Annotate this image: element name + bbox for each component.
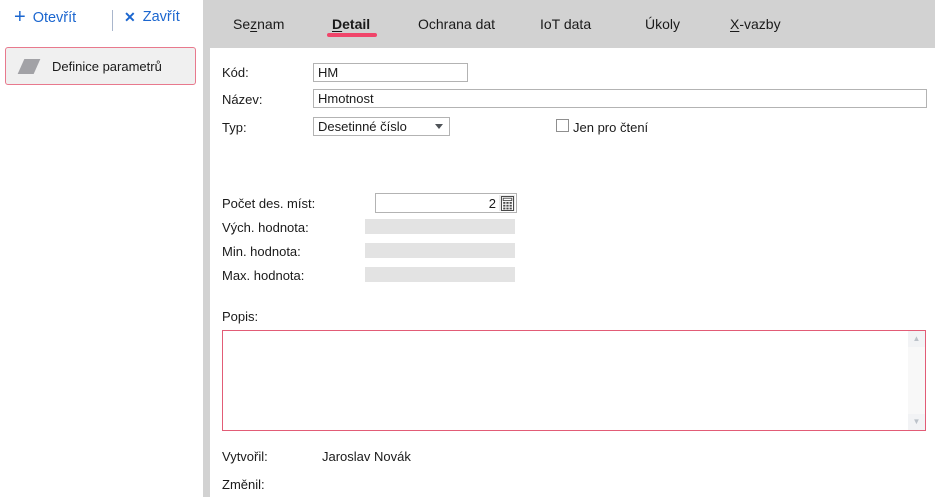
scroll-up-button[interactable]: ▲ — [908, 331, 925, 347]
active-tab-underline — [327, 33, 377, 37]
close-button[interactable]: ✕ Zavřít — [124, 9, 180, 25]
close-icon: ✕ — [124, 9, 136, 25]
triangle-up-icon: ▲ — [913, 335, 921, 343]
min-hodnota-label: Min. hodnota: — [222, 244, 301, 259]
scroll-down-button[interactable]: ▼ — [908, 414, 925, 430]
vych-hodnota-field-disabled — [365, 219, 515, 234]
tab-label-part: -vazby — [739, 16, 780, 32]
sidebar-item-label: Definice parametrů — [52, 59, 162, 74]
pocet-des-mist-field — [375, 193, 517, 213]
typ-label: Typ: — [222, 120, 247, 135]
toolbar-divider — [112, 10, 113, 31]
tab-accel: X — [730, 16, 739, 32]
tab-label-part: Úkoly — [645, 16, 680, 32]
calculator-icon — [501, 196, 514, 211]
min-hodnota-field-disabled — [365, 243, 515, 258]
pocet-des-mist-label: Počet des. míst: — [222, 196, 315, 211]
vych-hodnota-label: Vých. hodnota: — [222, 220, 309, 235]
sidebar-item-definice-parametru[interactable]: Definice parametrů — [5, 47, 196, 85]
nazev-label: Název: — [222, 92, 262, 107]
popis-label: Popis: — [222, 309, 258, 324]
tab-label-part: IoT data — [540, 16, 591, 32]
plus-icon: + — [14, 8, 26, 26]
open-button[interactable]: + Otevřít — [14, 9, 76, 27]
tab-seznam[interactable]: Seznam — [233, 17, 284, 32]
calculator-button[interactable] — [499, 195, 515, 211]
chevron-down-icon — [435, 124, 443, 129]
tab-detail[interactable]: Detail — [332, 17, 370, 32]
popis-textarea[interactable] — [223, 331, 907, 430]
nazev-input[interactable] — [313, 89, 927, 108]
vytvoril-value: Jaroslav Novák — [322, 449, 411, 464]
tab-x-vazby[interactable]: X-vazby — [730, 17, 781, 32]
popis-field: ▲ ▼ — [222, 330, 926, 431]
tab-accel: D — [332, 16, 342, 32]
typ-dropdown-value: Desetinné číslo — [314, 119, 435, 134]
zmenil-label: Změnil: — [222, 477, 265, 492]
parallelogram-icon — [18, 59, 41, 74]
tab-label-part: etail — [342, 16, 370, 32]
tab-ochrana-dat[interactable]: Ochrana dat — [418, 17, 495, 32]
typ-dropdown[interactable]: Desetinné číslo — [313, 117, 450, 136]
tab-bar: Seznam Detail Ochrana dat IoT data Úkoly… — [203, 0, 935, 48]
tab-label-part: Se — [233, 16, 250, 32]
close-button-label: Zavřít — [143, 9, 180, 25]
triangle-down-icon: ▼ — [913, 418, 921, 426]
popis-scrollbar[interactable]: ▲ ▼ — [908, 331, 925, 430]
jen-pro-cteni-checkbox[interactable] — [556, 119, 569, 132]
detail-form: Kód: Název: Typ: Desetinné číslo Jen pro… — [210, 48, 935, 497]
kod-input[interactable] — [313, 63, 468, 82]
tab-ukoly[interactable]: Úkoly — [645, 17, 680, 32]
max-hodnota-field-disabled — [365, 267, 515, 282]
tab-label-part: Ochrana dat — [418, 16, 495, 32]
max-hodnota-label: Max. hodnota: — [222, 268, 304, 283]
vytvoril-label: Vytvořil: — [222, 449, 268, 464]
tab-iot-data[interactable]: IoT data — [540, 17, 591, 32]
tab-label-part: nam — [257, 16, 284, 32]
jen-pro-cteni-label: Jen pro čtení — [573, 120, 648, 135]
app-window: + Otevřít ✕ Zavřít Definice parametrů Se… — [0, 0, 935, 497]
kod-label: Kód: — [222, 65, 249, 80]
open-button-label: Otevřít — [33, 10, 77, 26]
pocet-des-mist-input[interactable] — [376, 194, 516, 212]
left-panel: + Otevřít ✕ Zavřít Definice parametrů — [0, 0, 203, 497]
panel-divider — [203, 0, 210, 497]
